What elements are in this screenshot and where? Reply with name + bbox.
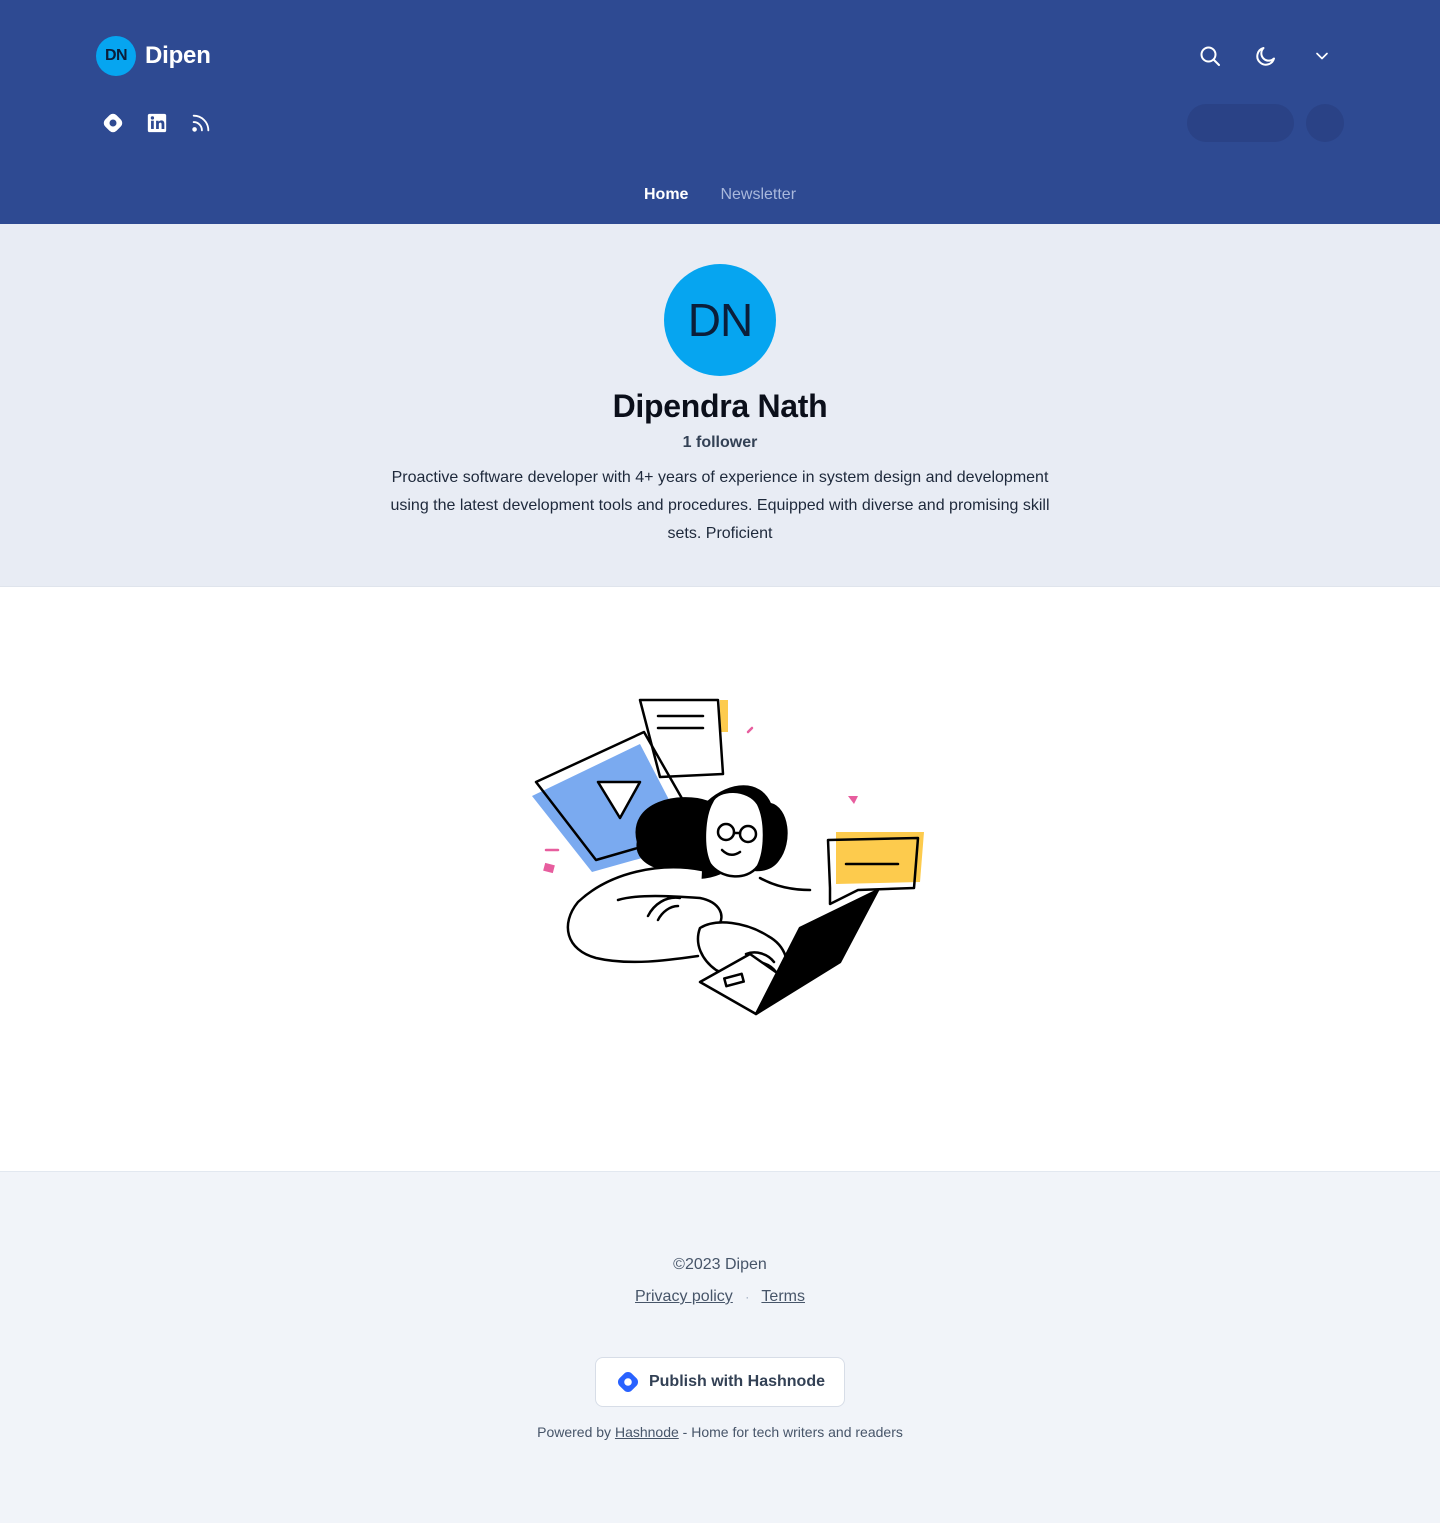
footer-links: Privacy policy · Terms (0, 1288, 1440, 1306)
blog-header: DN Dipen Home Newsletter (0, 0, 1440, 224)
brand-avatar: DN (96, 36, 136, 76)
moon-icon (1256, 47, 1275, 66)
blog-brand[interactable]: DN Dipen (96, 36, 211, 76)
copyright-text: ©2023 Dipen (673, 1256, 767, 1273)
powered-by-text: Powered by Hashnode - Home for tech writ… (0, 1424, 1440, 1440)
theme-toggle-button[interactable] (1244, 34, 1288, 78)
nav-newsletter[interactable]: Newsletter (720, 186, 796, 204)
loading-avatar-placeholder (1306, 104, 1344, 142)
chevron-down-icon (1316, 52, 1328, 60)
privacy-policy-link[interactable]: Privacy policy (635, 1288, 733, 1305)
search-icon (1200, 46, 1220, 66)
header-tools (1188, 34, 1344, 78)
rss-icon (192, 114, 210, 132)
menu-dropdown-button[interactable] (1300, 34, 1344, 78)
linkedin-link[interactable] (136, 102, 178, 144)
follower-count[interactable]: 1 follower (0, 434, 1440, 452)
search-button[interactable] (1188, 34, 1232, 78)
terms-link[interactable]: Terms (761, 1288, 805, 1305)
blog-footer: ©2023 Dipen Privacy policy · Terms Publi… (0, 1172, 1440, 1523)
empty-state-area (0, 587, 1440, 1172)
rss-feed-link[interactable] (180, 102, 222, 144)
author-profile: DN Dipendra Nath 1 follower Proactive so… (0, 224, 1440, 587)
author-name: Dipendra Nath (612, 388, 828, 424)
hashnode-profile-link[interactable] (92, 102, 134, 144)
hashnode-icon (103, 113, 123, 133)
powered-suffix: - Home for tech writers and readers (682, 1424, 903, 1440)
hashnode-logo-icon (617, 1371, 638, 1393)
loading-button-placeholder (1187, 104, 1294, 142)
link-separator: · (745, 1290, 750, 1304)
nav-home[interactable]: Home (644, 186, 688, 204)
brand-name: Dipen (145, 42, 211, 69)
blog-nav: Home Newsletter (0, 186, 1440, 204)
social-links (92, 102, 222, 144)
publish-with-hashnode-button[interactable]: Publish with Hashnode (595, 1357, 845, 1407)
author-bio: Proactive software developer with 4+ yea… (390, 469, 1050, 542)
hashnode-link[interactable]: Hashnode (615, 1424, 679, 1440)
linkedin-icon (147, 113, 167, 133)
empty-state-illustration (532, 698, 924, 1016)
publish-label: Publish with Hashnode (648, 1373, 825, 1390)
powered-prefix: Powered by (537, 1424, 612, 1440)
author-avatar: DN (664, 264, 776, 376)
